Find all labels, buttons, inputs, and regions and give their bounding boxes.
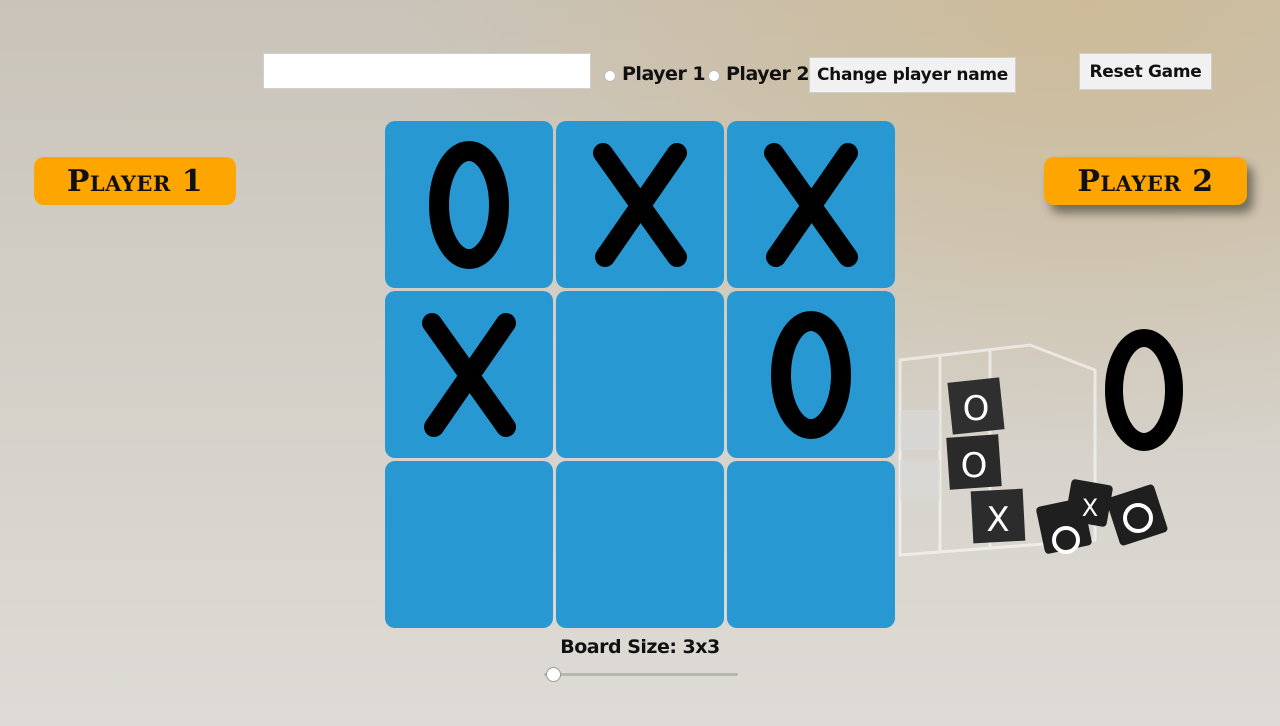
board-size-slider[interactable] — [544, 665, 738, 685]
radio-button-player2[interactable] — [708, 70, 720, 82]
radio-player1[interactable]: Player 1 — [604, 58, 706, 90]
reset-game-button[interactable]: Reset Game — [1079, 53, 1212, 90]
svg-text:O: O — [963, 389, 990, 429]
board-cell-3[interactable] — [727, 121, 895, 288]
board-cell-7[interactable] — [385, 461, 553, 628]
board-cell-9[interactable] — [727, 461, 895, 628]
player-name-input[interactable] — [263, 53, 591, 89]
x-mark — [764, 142, 858, 267]
radio-player2[interactable]: Player 2 — [708, 58, 810, 90]
board-cell-1[interactable] — [385, 121, 553, 288]
board-cell-4[interactable] — [385, 291, 553, 458]
board-cell-6[interactable] — [727, 291, 895, 458]
change-player-name-button[interactable]: Change player name — [809, 57, 1016, 93]
svg-text:O: O — [961, 446, 988, 486]
slider-thumb[interactable] — [546, 667, 561, 682]
game-board — [385, 121, 895, 630]
board-cell-2[interactable] — [556, 121, 724, 288]
board-cell-5[interactable] — [556, 291, 724, 458]
o-mark — [429, 140, 509, 269]
x-mark — [422, 312, 516, 437]
x-mark — [593, 142, 687, 267]
player1-badge: Player 1 — [34, 157, 236, 205]
current-turn-o-mark — [1105, 329, 1183, 451]
slider-track — [544, 673, 738, 676]
svg-text:X: X — [1082, 494, 1098, 522]
board-size-label: Board Size: 3x3 — [560, 636, 720, 658]
radio-label-player2: Player 2 — [726, 63, 810, 85]
player2-badge: Player 2 — [1044, 157, 1247, 205]
board-cell-8[interactable] — [556, 461, 724, 628]
o-mark — [771, 310, 851, 439]
svg-text:X: X — [986, 500, 1009, 540]
radio-button-player1[interactable] — [604, 70, 616, 82]
radio-label-player1: Player 1 — [622, 63, 706, 85]
